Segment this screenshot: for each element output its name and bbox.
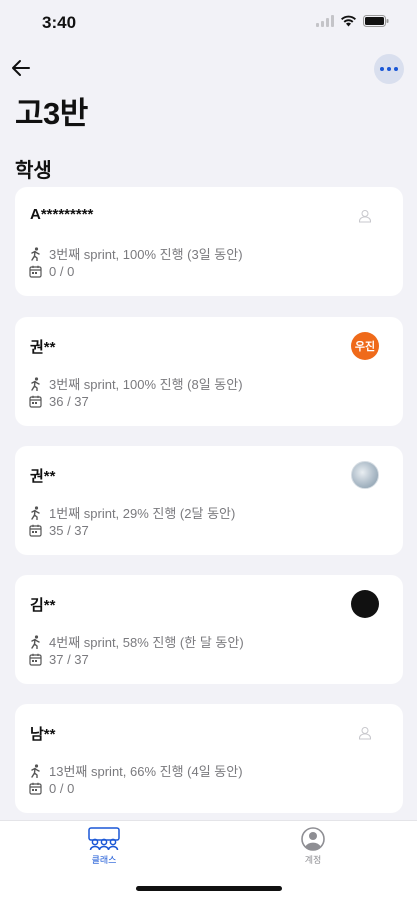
sprint-info: 13번째 sprint, 66% 진행 (4일 동안) — [28, 761, 243, 780]
student-name: 김** — [30, 597, 56, 614]
student-name: 권** — [30, 468, 56, 485]
home-indicator[interactable] — [136, 886, 282, 891]
sprint-info: 3번째 sprint, 100% 진행 (3일 동안) — [28, 244, 243, 263]
avatar-photo — [351, 461, 379, 489]
sprint-text: 3번째 sprint, 100% 진행 (8일 동안) — [49, 377, 243, 392]
student-card[interactable]: 권** 우진 3번째 sprint, 100% 진행 (8일 동안) 36 / … — [15, 317, 403, 426]
tab-account-label: 계정 — [304, 855, 322, 865]
student-card[interactable]: 김** 4번째 sprint, 58% 진행 (한 달 동안) 37 / 37 — [15, 575, 403, 684]
student-card[interactable]: 권** 1번째 sprint, 29% 진행 (2달 동안) 35 / 37 — [15, 446, 403, 555]
avatar-placeholder-icon — [351, 719, 379, 747]
running-person-icon — [28, 246, 42, 261]
student-name: A********* — [30, 206, 94, 223]
sprint-info: 1번째 sprint, 29% 진행 (2달 동안) — [28, 503, 235, 522]
running-person-icon — [28, 763, 42, 778]
calendar-icon — [28, 265, 42, 279]
calendar-icon — [28, 524, 42, 538]
arrow-left-icon — [12, 60, 30, 76]
sprint-text: 4번째 sprint, 58% 진행 (한 달 동안) — [49, 635, 244, 650]
attendance-text: 37 / 37 — [49, 652, 89, 667]
ellipsis-icon — [380, 67, 384, 71]
navigation-bar — [0, 52, 417, 86]
page-title: 고3반 — [15, 96, 88, 131]
calendar-icon — [28, 782, 42, 796]
status-time: 3:40 — [42, 13, 77, 32]
more-options-button[interactable] — [374, 54, 404, 84]
back-button[interactable] — [8, 54, 34, 82]
student-card[interactable]: A********* 3번째 sprint, 100% 진행 (3일 동안) 0… — [15, 187, 403, 296]
attendance-info: 36 / 37 — [28, 394, 89, 409]
attendance-text: 0 / 0 — [49, 264, 75, 279]
attendance-info: 37 / 37 — [28, 652, 89, 667]
section-title-students: 학생 — [15, 160, 52, 182]
status-bar: 3:40 — [0, 0, 417, 46]
avatar-solid — [351, 590, 379, 618]
running-person-icon — [28, 634, 42, 649]
account-person-icon — [301, 827, 325, 851]
sprint-text: 1번째 sprint, 29% 진행 (2달 동안) — [49, 506, 236, 521]
sprint-text: 3번째 sprint, 100% 진행 (3일 동안) — [49, 247, 243, 262]
sprint-text: 13번째 sprint, 66% 진행 (4일 동안) — [49, 764, 243, 779]
student-name: 남** — [30, 726, 56, 743]
calendar-icon — [28, 653, 42, 667]
attendance-text: 35 / 37 — [49, 523, 89, 538]
tab-class-label: 클래스 — [91, 855, 117, 865]
wifi-icon — [340, 15, 357, 27]
attendance-text: 0 / 0 — [49, 781, 75, 796]
running-person-icon — [28, 376, 42, 391]
status-icons — [316, 15, 389, 27]
avatar-initials: 우진 — [351, 332, 379, 360]
calendar-icon — [28, 395, 42, 409]
sprint-info: 4번째 sprint, 58% 진행 (한 달 동안) — [28, 632, 244, 651]
student-name: 권** — [30, 339, 56, 356]
attendance-info: 0 / 0 — [28, 264, 74, 279]
avatar-placeholder-icon — [351, 202, 379, 230]
tab-account[interactable]: 계정 — [273, 827, 353, 866]
cellular-signal-icon — [316, 15, 334, 27]
attendance-text: 36 / 37 — [49, 394, 89, 409]
student-card[interactable]: 남** 13번째 sprint, 66% 진행 (4일 동안) 0 / 0 — [15, 704, 403, 813]
attendance-info: 35 / 37 — [28, 523, 89, 538]
running-person-icon — [28, 505, 42, 520]
sprint-info: 3번째 sprint, 100% 진행 (8일 동안) — [28, 374, 243, 393]
attendance-info: 0 / 0 — [28, 781, 74, 796]
battery-icon — [363, 15, 389, 27]
class-people-icon — [88, 827, 120, 851]
tab-class[interactable]: 클래스 — [64, 827, 144, 866]
